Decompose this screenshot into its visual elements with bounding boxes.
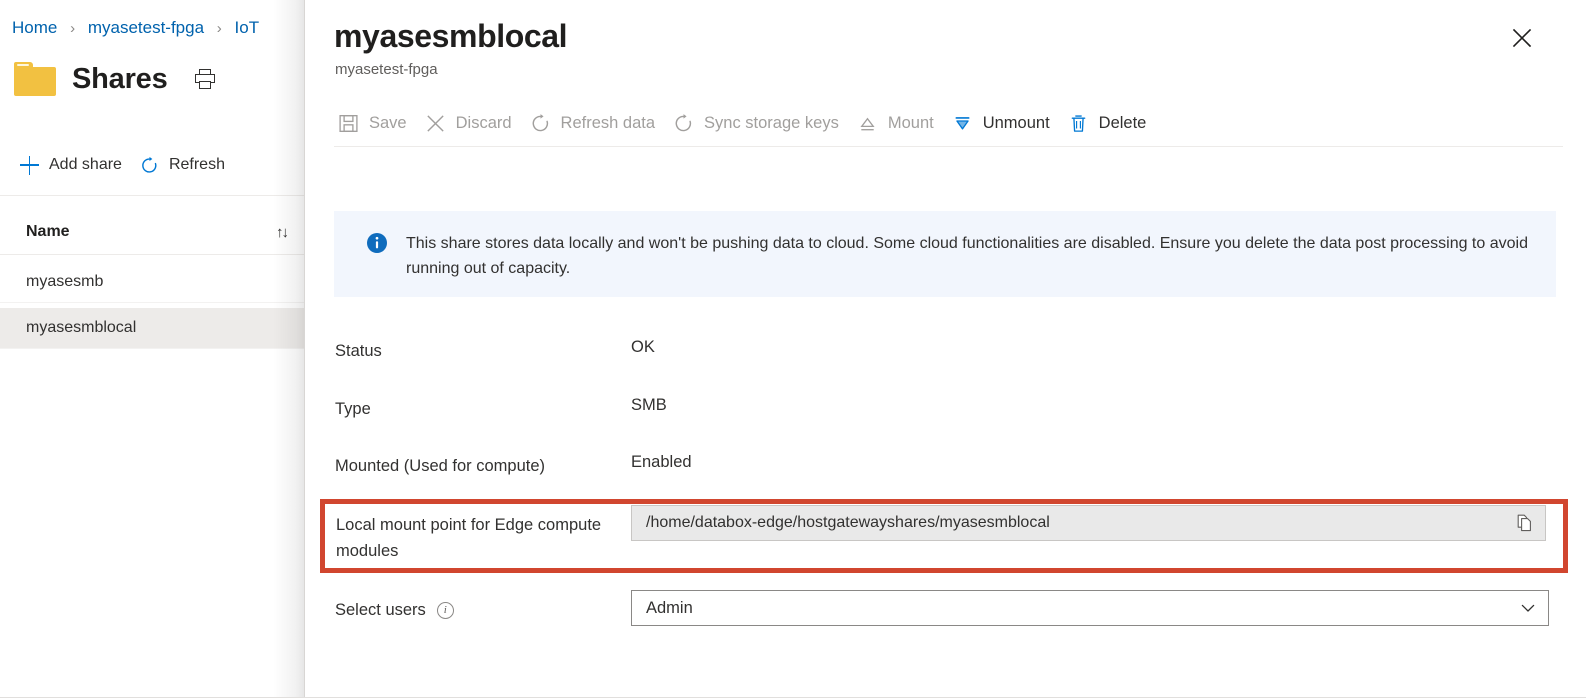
select-users-dropdown[interactable]: Admin xyxy=(631,590,1549,626)
share-detail-blade: myasesmblocal myasetest-fpga Save Discar… xyxy=(305,0,1586,698)
refresh-label: Refresh xyxy=(168,156,225,173)
shares-list-header: Name ↑↓ xyxy=(0,210,305,255)
mount-point-label: Local mount point for Edge compute modul… xyxy=(336,516,602,560)
toolbar-divider xyxy=(334,146,1563,147)
refresh-icon xyxy=(530,113,551,134)
mounted-label: Mounted (Used for compute) xyxy=(335,457,546,475)
info-icon xyxy=(366,232,388,254)
unmount-button[interactable]: Unmount xyxy=(943,102,1059,144)
chevron-down-icon xyxy=(1520,600,1536,616)
share-name: myasesmb xyxy=(26,273,104,290)
mount-label: Mount xyxy=(887,113,934,132)
unmount-label: Unmount xyxy=(982,113,1050,132)
status-value: OK xyxy=(631,338,655,356)
breadcrumb-item-resource[interactable]: myasetest-fpga xyxy=(88,18,204,37)
info-circle-icon[interactable]: i xyxy=(436,601,454,619)
select-users-label-group: Select users i xyxy=(335,597,454,623)
mount-point-field[interactable]: /home/databox-edge/hostgatewayshares/mya… xyxy=(631,505,1546,541)
trash-icon xyxy=(1068,113,1089,134)
sync-icon xyxy=(673,113,694,134)
discard-button[interactable]: Discard xyxy=(416,102,521,144)
delete-button[interactable]: Delete xyxy=(1059,102,1156,144)
shares-title-row: Shares xyxy=(14,55,216,103)
discard-icon xyxy=(425,113,446,134)
info-banner-text: This share stores data locally and won't… xyxy=(406,235,1528,277)
column-header-name[interactable]: Name xyxy=(26,223,70,241)
breadcrumb-item-iot[interactable]: IoT xyxy=(235,18,260,37)
detail-command-bar: Save Discard Refresh data Sync storage k… xyxy=(329,101,1155,145)
list-item[interactable]: myasesmb xyxy=(0,262,305,303)
delete-label: Delete xyxy=(1098,113,1147,132)
print-icon[interactable] xyxy=(194,68,216,90)
type-label: Type xyxy=(335,400,371,418)
refresh-icon xyxy=(140,156,159,175)
discard-label: Discard xyxy=(455,113,512,132)
unmount-icon xyxy=(952,113,973,134)
save-button[interactable]: Save xyxy=(329,102,416,144)
command-bar-divider xyxy=(0,195,305,196)
share-name: myasesmblocal xyxy=(26,319,137,336)
azure-portal-screen: Home › myasetest-fpga › IoT Shares Add s… xyxy=(0,0,1586,698)
mount-icon xyxy=(857,113,878,134)
list-item[interactable]: myasesmblocal xyxy=(0,308,305,349)
close-icon[interactable] xyxy=(1506,22,1538,54)
plus-icon xyxy=(20,155,39,175)
detail-subtitle: myasetest-fpga xyxy=(335,61,438,78)
breadcrumb-separator: › xyxy=(70,20,76,37)
select-users-value: Admin xyxy=(646,598,693,617)
refresh-data-label: Refresh data xyxy=(560,113,656,132)
shares-blade: Home › myasetest-fpga › IoT Shares Add s… xyxy=(0,0,305,698)
folder-icon xyxy=(14,62,56,96)
mount-point-value: /home/databox-edge/hostgatewayshares/mya… xyxy=(646,514,1050,531)
copy-icon[interactable] xyxy=(1515,513,1535,533)
status-label: Status xyxy=(335,342,382,360)
add-share-button[interactable]: Add share xyxy=(14,146,134,184)
info-banner: This share stores data locally and won't… xyxy=(334,211,1556,297)
mounted-value: Enabled xyxy=(631,453,692,471)
add-share-label: Add share xyxy=(49,156,122,173)
select-users-label: Select users xyxy=(335,601,426,619)
sync-storage-keys-button[interactable]: Sync storage keys xyxy=(664,102,848,144)
type-value: SMB xyxy=(631,396,667,414)
refresh-button[interactable]: Refresh xyxy=(134,146,237,184)
sync-storage-keys-label: Sync storage keys xyxy=(704,113,839,132)
shares-command-bar: Add share Refresh xyxy=(14,145,237,185)
detail-title: myasesmblocal xyxy=(334,18,568,54)
mount-button[interactable]: Mount xyxy=(848,102,943,144)
breadcrumb-item-home[interactable]: Home xyxy=(12,18,57,37)
sort-icon[interactable]: ↑↓ xyxy=(276,224,289,241)
breadcrumb: Home › myasetest-fpga › IoT xyxy=(12,17,259,40)
refresh-data-button[interactable]: Refresh data xyxy=(521,102,664,144)
page-title: Shares xyxy=(72,62,168,95)
breadcrumb-separator: › xyxy=(216,20,222,37)
save-label: Save xyxy=(369,113,407,132)
save-icon xyxy=(338,113,359,134)
